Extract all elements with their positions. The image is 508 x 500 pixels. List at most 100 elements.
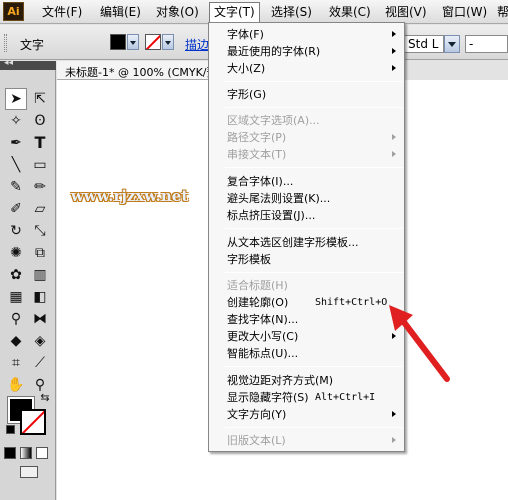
menu-window[interactable]: 窗口(W): [438, 2, 491, 22]
menu-item-change-case[interactable]: 更改大小写(C): [209, 328, 404, 345]
menu-separator: [225, 427, 403, 428]
menu-object[interactable]: 对象(O): [152, 2, 203, 22]
warp-tool-icon[interactable]: ✺: [5, 242, 27, 264]
selection-tool-icon[interactable]: ➤: [5, 88, 27, 110]
default-colors-icon[interactable]: [6, 425, 15, 434]
menu-item-kinsoku-settings[interactable]: 避头尾法则设置(K)...: [209, 190, 404, 207]
fill-swatch[interactable]: [110, 34, 126, 50]
annotation-arrow-icon: [389, 305, 450, 382]
screen-mode-icon[interactable]: [20, 466, 38, 478]
blend-tool-icon[interactable]: ⧓: [29, 308, 51, 330]
menu-item-show-hidden-characters[interactable]: 显示隐藏字符(S) Alt+Ctrl+I: [209, 389, 404, 406]
menu-item-threaded-text: 串接文本(T): [209, 146, 404, 163]
watermark-text: www.rjzxw.net: [71, 187, 189, 205]
crop-area-tool-icon[interactable]: ⌗: [5, 352, 27, 374]
stroke-link[interactable]: 描边: [185, 36, 209, 53]
submenu-arrow-icon: [392, 65, 396, 71]
rectangle-tool-icon[interactable]: ▭: [29, 154, 51, 176]
menu-file[interactable]: 文件(F): [38, 2, 86, 22]
mesh-tool-icon[interactable]: ▦: [5, 286, 27, 308]
direct-selection-tool-icon[interactable]: ⇱: [29, 88, 51, 110]
document-tab-title: 未标题-1* @ 100% (CMYK/预: [65, 66, 218, 79]
menu-type[interactable]: 文字(T): [209, 2, 260, 22]
menu-item-label: 复合字体(I)...: [227, 175, 294, 188]
stroke-swatch[interactable]: [145, 34, 161, 50]
magic-wand-tool-icon[interactable]: ✧: [5, 110, 27, 132]
menu-item-type-orientation[interactable]: 文字方向(Y): [209, 406, 404, 423]
live-paint-select-tool-icon[interactable]: ◈: [29, 330, 51, 352]
menu-item-label: 标点挤压设置(J)...: [227, 209, 316, 222]
free-transform-tool-icon[interactable]: ⧉: [29, 242, 51, 264]
tools-panel-header[interactable]: ◂◂: [0, 58, 56, 70]
menu-item-label: 文字方向(Y): [227, 408, 287, 421]
menu-item-create-glyph-template[interactable]: 从文本选区创建字形模板...: [209, 234, 404, 251]
menu-effect[interactable]: 效果(C): [325, 2, 375, 22]
stroke-dropdown[interactable]: [162, 34, 174, 50]
menu-item-label: 字形模板: [227, 253, 271, 266]
submenu-arrow-icon: [392, 437, 396, 443]
menu-item-size[interactable]: 大小(Z): [209, 60, 404, 77]
menu-item-glyphs[interactable]: 字形(G): [209, 86, 404, 103]
menu-item-label: 适合标题(H): [227, 279, 288, 292]
menu-item-label: 串接文本(T): [227, 148, 287, 161]
menu-select[interactable]: 选择(S): [267, 2, 316, 22]
font-style-field[interactable]: Std L: [404, 35, 444, 53]
menu-item-area-type-options: 区域文字选项(A)...: [209, 112, 404, 129]
font-size-field[interactable]: -: [465, 35, 508, 53]
graph-tool-icon[interactable]: ▥: [29, 264, 51, 286]
menu-item-label: 避头尾法则设置(K)...: [227, 192, 331, 205]
blob-brush-tool-icon[interactable]: ✐: [5, 198, 27, 220]
eraser-tool-icon[interactable]: ▱: [29, 198, 51, 220]
menu-separator: [225, 366, 403, 367]
type-tool-icon[interactable]: T: [29, 132, 51, 154]
stroke-color-box[interactable]: [20, 409, 46, 435]
menu-item-label: 显示隐藏字符(S): [227, 391, 309, 404]
menu-separator: [225, 81, 403, 82]
pencil-tool-icon[interactable]: ✏: [29, 176, 51, 198]
menu-item-font[interactable]: 字体(F): [209, 26, 404, 43]
none-mode-icon[interactable]: [36, 447, 48, 459]
eyedropper-tool-icon[interactable]: ⚲: [5, 308, 27, 330]
font-style-dropdown[interactable]: [444, 35, 460, 53]
submenu-arrow-icon: [392, 411, 396, 417]
lasso-tool-icon[interactable]: ʘ: [29, 110, 51, 132]
menu-item-label: 字形(G): [227, 88, 267, 101]
menu-edit[interactable]: 编辑(E): [96, 2, 145, 22]
menu-separator: [225, 107, 403, 108]
document-tab[interactable]: 未标题-1* @ 100% (CMYK/预: [57, 61, 218, 80]
menu-item-create-outlines[interactable]: 创建轮廓(O) Shift+Ctrl+O: [209, 294, 404, 311]
menu-item-label: 路径文字(P): [227, 131, 287, 144]
menu-item-label: 字体(F): [227, 28, 264, 41]
menu-item-recent-fonts[interactable]: 最近使用的字体(R): [209, 43, 404, 60]
symbol-sprayer-tool-icon[interactable]: ✿: [5, 264, 27, 286]
fill-dropdown[interactable]: [127, 34, 139, 50]
paintbrush-tool-icon[interactable]: ✎: [5, 176, 27, 198]
gradient-tool-icon[interactable]: ◧: [29, 286, 51, 308]
submenu-arrow-icon: [392, 151, 396, 157]
slice-tool-icon[interactable]: ⟋: [29, 352, 51, 374]
scale-tool-icon[interactable]: ⤡: [29, 220, 51, 242]
pen-tool-icon[interactable]: ✒: [5, 132, 27, 154]
line-tool-icon[interactable]: ╲: [5, 154, 27, 176]
menu-item-mojikumi-settings[interactable]: 标点挤压设置(J)...: [209, 207, 404, 224]
menu-item-find-font[interactable]: 查找字体(N)...: [209, 311, 404, 328]
panel-grip[interactable]: [4, 34, 7, 52]
menu-separator: [225, 228, 403, 229]
menu-item-glyph-template[interactable]: 字形模板: [209, 251, 404, 268]
gradient-mode-icon[interactable]: [20, 447, 32, 459]
menu-item-composite-fonts[interactable]: 复合字体(I)...: [209, 173, 404, 190]
hand-tool-icon[interactable]: ✋: [5, 374, 27, 396]
menu-item-label: 智能标点(U)...: [227, 347, 299, 360]
swap-colors-icon[interactable]: ⇆: [38, 391, 52, 405]
menu-item-label: 查找字体(N)...: [227, 313, 299, 326]
current-tool-label: 文字: [20, 38, 45, 52]
live-paint-tool-icon[interactable]: ◆: [5, 330, 27, 352]
color-mode-icon[interactable]: [4, 447, 16, 459]
rotate-tool-icon[interactable]: ↻: [5, 220, 27, 242]
menu-item-smart-punctuation[interactable]: 智能标点(U)...: [209, 345, 404, 362]
menu-view[interactable]: 视图(V): [381, 2, 431, 22]
menu-item-optical-margin-alignment[interactable]: 视觉边距对齐方式(M): [209, 372, 404, 389]
menu-help[interactable]: 帮: [493, 2, 508, 22]
collapse-icon[interactable]: ◂◂: [4, 58, 13, 68]
menu-item-label: 大小(Z): [227, 62, 266, 75]
